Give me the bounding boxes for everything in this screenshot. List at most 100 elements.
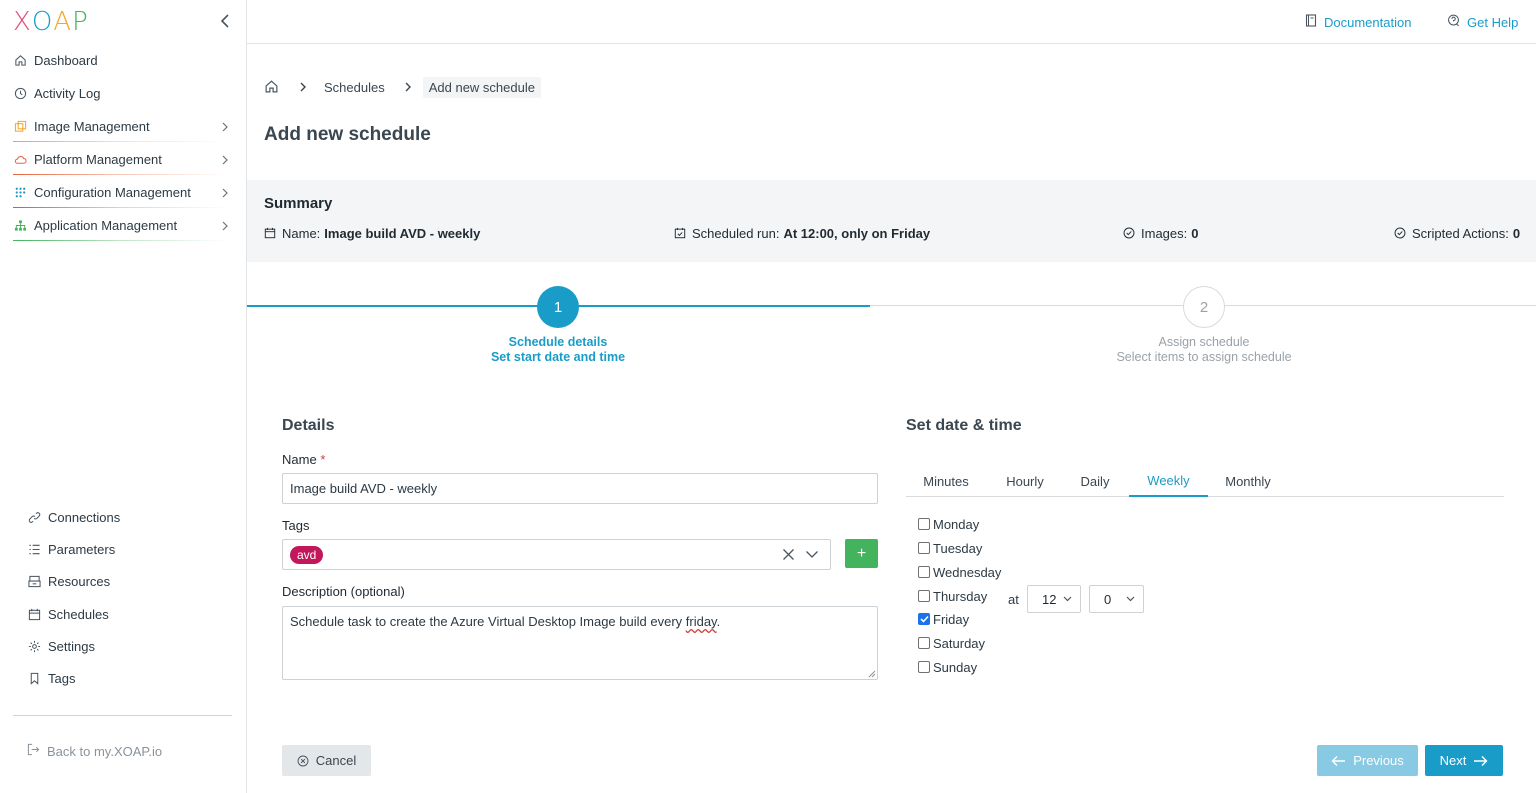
logo-letter-o: O: [31, 7, 54, 37]
checkbox[interactable]: [918, 590, 930, 602]
sidebar-item-activity-log[interactable]: Activity Log: [0, 77, 246, 110]
day-checkbox-wednesday[interactable]: Wednesday: [918, 564, 1001, 580]
xoap-logo[interactable]: X O A P: [13, 7, 89, 37]
sidebar-item-label: Activity Log: [34, 86, 101, 101]
tab-weekly[interactable]: Weekly: [1129, 466, 1208, 497]
collapse-sidebar-button[interactable]: [216, 10, 234, 32]
cloud-icon: [13, 153, 27, 167]
cancel-circle-icon: [297, 755, 309, 767]
chevron-right-icon: [222, 221, 228, 231]
summary-scheduled-run: Scheduled run: At 12:00, only on Friday: [674, 226, 930, 241]
sidebar-item-settings[interactable]: Settings: [0, 630, 246, 662]
back-to-portal-link[interactable]: Back to my.XOAP.io: [27, 743, 162, 759]
day-checkbox-saturday[interactable]: Saturday: [918, 635, 985, 651]
help-chat-icon: [1447, 14, 1460, 30]
summary-panel: Summary Name: Image build AVD - weekly S…: [247, 180, 1536, 262]
sidebar-item-connections[interactable]: Connections: [0, 501, 246, 533]
get-help-link[interactable]: Get Help: [1447, 14, 1518, 30]
book-icon: [1305, 14, 1317, 30]
day-checkbox-tuesday[interactable]: Tuesday: [918, 540, 982, 556]
arrow-right-icon: [1473, 755, 1488, 767]
day-checkbox-thursday[interactable]: Thursday: [918, 588, 987, 604]
checkbox[interactable]: [918, 518, 930, 530]
summary-images: Images: 0: [1123, 226, 1198, 241]
day-checkbox-monday[interactable]: Monday: [918, 516, 979, 532]
hour-select[interactable]: 12: [1027, 585, 1081, 613]
check-circle-icon: [1394, 227, 1407, 240]
checkbox[interactable]: [918, 661, 930, 673]
sidebar-item-application-management[interactable]: Application Management: [0, 209, 246, 242]
documentation-link[interactable]: Documentation: [1305, 14, 1411, 30]
sidebar-item-platform-management[interactable]: Platform Management: [0, 143, 246, 176]
summary-title: Summary: [264, 195, 333, 212]
resize-grip-icon[interactable]: [868, 670, 876, 678]
day-label: Tuesday: [933, 540, 983, 556]
step-1-indicator[interactable]: 1: [537, 286, 579, 328]
sidebar-item-label: Settings: [48, 638, 95, 654]
tags-clear-button[interactable]: [782, 548, 795, 561]
description-textarea[interactable]: Schedule task to create the Azure Virtua…: [282, 606, 878, 680]
sidebar-item-resources[interactable]: Resources: [0, 566, 246, 598]
tags-select[interactable]: avd: [282, 539, 831, 570]
tags-dropdown-toggle[interactable]: [805, 550, 819, 559]
summary-name: Name: Image build AVD - weekly: [264, 226, 480, 241]
previous-button[interactable]: Previous: [1317, 745, 1418, 776]
sidebar-item-configuration-management[interactable]: Configuration Management: [0, 176, 246, 209]
sidebar-item-label: Image Management: [34, 119, 150, 134]
chevron-left-icon: [220, 14, 229, 28]
tags-field-label: Tags: [282, 518, 310, 533]
sidebar-divider: [13, 715, 232, 716]
stack-icon: [27, 575, 41, 589]
checkbox[interactable]: [918, 566, 930, 578]
nav-accent-line: [13, 207, 228, 208]
page-title: Add new schedule: [264, 124, 431, 145]
tab-daily[interactable]: Daily: [1064, 466, 1126, 497]
checkbox[interactable]: [918, 637, 930, 649]
sidebar-item-tags[interactable]: Tags: [0, 662, 246, 694]
minute-select[interactable]: 0: [1089, 585, 1144, 613]
summary-images-value: 0: [1191, 226, 1199, 241]
sidebar-item-label: Resources: [48, 574, 111, 590]
sidebar-item-label: Tags: [48, 671, 76, 687]
name-field-label: Name *: [282, 452, 325, 467]
close-icon: [783, 549, 794, 560]
name-input[interactable]: Image build AVD - weekly: [282, 473, 878, 504]
breadcrumb-home-icon[interactable]: [264, 79, 280, 95]
step-2-indicator[interactable]: 2: [1183, 286, 1225, 328]
chevron-down-icon: [1126, 596, 1135, 602]
chevron-right-icon: [222, 155, 228, 165]
add-tag-button[interactable]: +: [845, 539, 878, 568]
logo-letter-x: X: [13, 7, 32, 37]
day-checkbox-sunday[interactable]: Sunday: [918, 659, 977, 675]
sidebar-item-label: Schedules: [48, 606, 109, 622]
breadcrumb-current: Add new schedule: [422, 76, 541, 98]
sidebar-item-label: Configuration Management: [34, 185, 191, 200]
day-label: Thursday: [933, 588, 988, 604]
summary-images-label: Images:: [1141, 226, 1188, 241]
checkbox[interactable]: [918, 542, 930, 554]
summary-run-label: Scheduled run:: [692, 226, 780, 241]
step-subtitle: Select items to assign schedule: [1116, 350, 1292, 364]
checkbox-checked[interactable]: [918, 613, 930, 625]
back-link-label: Back to my.XOAP.io: [47, 743, 163, 759]
day-label: Sunday: [933, 659, 978, 675]
previous-label: Previous: [1353, 753, 1404, 768]
at-label: at: [1008, 592, 1019, 607]
next-label: Next: [1439, 753, 1467, 768]
sidebar-item-image-management[interactable]: Image Management: [0, 110, 246, 143]
sidebar-item-dashboard[interactable]: Dashboard: [0, 44, 246, 77]
tag-chip[interactable]: avd: [290, 545, 324, 564]
cancel-button[interactable]: Cancel: [282, 745, 371, 776]
tab-monthly[interactable]: Monthly: [1208, 466, 1288, 497]
next-button[interactable]: Next: [1425, 745, 1503, 776]
description-field-label: Description (optional): [282, 584, 405, 599]
breadcrumb-schedules[interactable]: Schedules: [324, 80, 385, 95]
sidebar-item-parameters[interactable]: Parameters: [0, 533, 246, 565]
tab-hourly[interactable]: Hourly: [986, 466, 1064, 497]
tab-minutes[interactable]: Minutes: [906, 466, 986, 497]
day-checkbox-friday[interactable]: Friday: [918, 611, 969, 627]
summary-run-value: At 12:00, only on Friday: [783, 226, 931, 241]
sidebar-item-schedules[interactable]: Schedules: [0, 598, 246, 630]
day-label: Saturday: [933, 635, 986, 651]
link-icon: [27, 510, 41, 524]
